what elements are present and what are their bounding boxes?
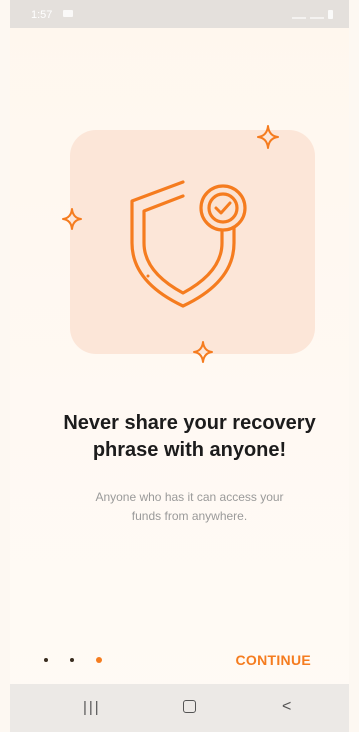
system-nav-bar: ||| < [10,684,349,732]
headline-line: phrase with anyone! [92,439,287,461]
phone-screen: 1:57 Never share your recovery phrase wi… [10,0,349,732]
continue-button[interactable]: CONTINUE [235,652,311,668]
headline-line: Never share your recovery [63,412,316,434]
description-line: funds from anywhere. [131,509,248,523]
shield-illustration [62,125,279,363]
sparkle-icon [62,208,82,230]
page-dot-active [96,657,102,663]
page-dot [44,658,48,662]
recents-icon[interactable]: ||| [83,699,101,716]
sparkle-icon [257,125,279,149]
shield-check-icon [130,180,247,308]
page-dot [70,658,74,662]
page-title: Never share your recovery phrase with an… [30,410,349,464]
home-icon[interactable] [183,700,196,713]
description-line: Anyone who has it can access your [95,490,284,504]
description: Anyone who has it can access your funds … [50,488,329,526]
sparkle-icon [193,341,213,363]
back-icon[interactable]: < [282,698,291,716]
page-indicator [44,657,102,663]
